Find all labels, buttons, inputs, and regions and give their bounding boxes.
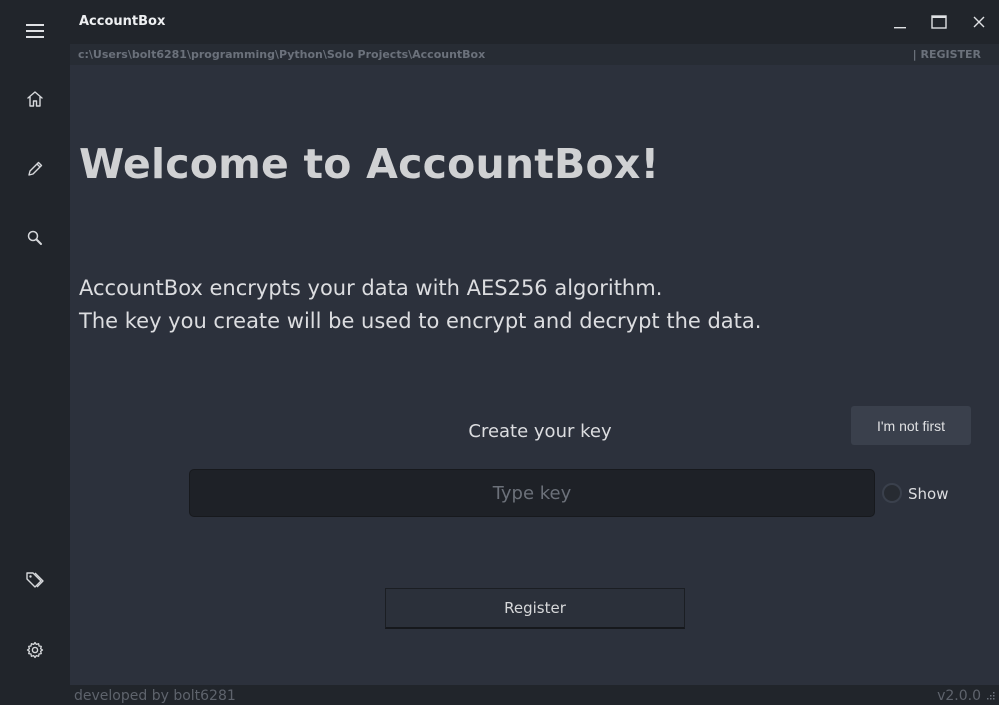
search-icon: [27, 230, 42, 245]
title-bar: AccountBox: [70, 0, 999, 44]
page-label: | REGISTER: [912, 48, 981, 61]
description-line-1: AccountBox encrypts your data with AES25…: [79, 276, 663, 300]
menu-toggle-button[interactable]: [0, 6, 70, 56]
sidebar-item-edit[interactable]: [0, 144, 70, 194]
not-first-button[interactable]: I'm not first: [851, 406, 971, 445]
key-input[interactable]: [189, 469, 875, 517]
page-title: Welcome to AccountBox!: [79, 140, 660, 188]
description-line-2: The key you create will be used to encry…: [79, 309, 762, 333]
resize-grip-icon[interactable]: [986, 691, 995, 700]
main-content: Welcome to AccountBox! AccountBox encryp…: [70, 65, 999, 685]
home-icon: [27, 91, 43, 107]
version-label: v2.0.0: [937, 688, 981, 704]
sidebar: [0, 0, 70, 705]
sidebar-item-search[interactable]: [0, 213, 70, 263]
sidebar-item-tags[interactable]: [0, 555, 70, 605]
path-bar: c:\Users\bolt6281\programming\Python\Sol…: [70, 44, 999, 65]
app-title: AccountBox: [79, 14, 166, 29]
sidebar-item-home[interactable]: [0, 74, 70, 124]
maximize-button[interactable]: [927, 10, 951, 34]
minimize-icon: [894, 27, 906, 29]
hamburger-menu-icon: [26, 24, 44, 38]
show-key-radio[interactable]: [882, 483, 902, 503]
developer-credit: developed by bolt6281: [74, 688, 236, 704]
maximize-icon: [931, 15, 947, 29]
footer: developed by bolt6281 v2.0.0: [70, 685, 999, 705]
sidebar-item-settings[interactable]: [0, 625, 70, 675]
show-key-label[interactable]: Show: [908, 485, 948, 503]
tags-icon: [26, 572, 44, 588]
description: AccountBox encrypts your data with AES25…: [79, 272, 761, 338]
gear-icon: [26, 641, 44, 659]
close-button[interactable]: [967, 10, 991, 34]
register-button[interactable]: Register: [385, 588, 685, 629]
close-icon: [973, 16, 985, 28]
minimize-button[interactable]: [888, 10, 912, 34]
pencil-icon: [28, 161, 43, 176]
current-path: c:\Users\bolt6281\programming\Python\Sol…: [78, 48, 486, 61]
